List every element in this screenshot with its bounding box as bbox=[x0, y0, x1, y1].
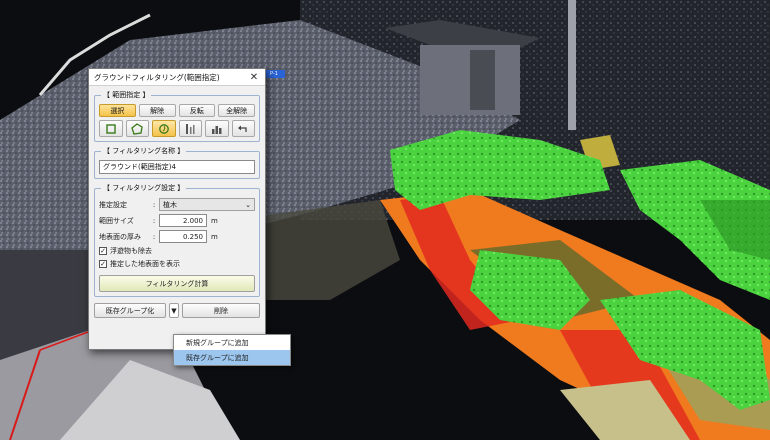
existing-group-button[interactable]: 既存グループ化 bbox=[94, 303, 166, 318]
vertical-section-icon[interactable] bbox=[178, 120, 202, 137]
dialog-title: グラウンドフィルタリング(範囲指定) bbox=[94, 72, 220, 82]
undo-icon[interactable] bbox=[231, 120, 255, 137]
checkmark-icon: ✓ bbox=[99, 246, 107, 255]
lasso-select-icon[interactable] bbox=[152, 120, 176, 137]
estimate-label: 推定設定 bbox=[99, 200, 127, 209]
ground-filtering-dialog: グラウンドフィルタリング(範囲指定) ✕ 【 範囲指定 】 選択 解除 反転 全… bbox=[88, 68, 266, 350]
remove-floating-checkbox[interactable]: ✓ 浮遊物も除去 bbox=[99, 245, 255, 257]
estimate-select[interactable]: 植木 ⌄ bbox=[159, 198, 255, 211]
polygon-select-icon[interactable] bbox=[125, 120, 149, 137]
clear-all-button[interactable]: 全解除 bbox=[218, 104, 255, 117]
remove-floating-label: 浮遊物も除去 bbox=[110, 247, 152, 255]
range-size-colon: : bbox=[152, 216, 156, 225]
dialog-titlebar[interactable]: グラウンドフィルタリング(範囲指定) ✕ bbox=[89, 69, 265, 86]
show-surface-label: 推定した地表面を表示 bbox=[110, 260, 180, 268]
range-size-input[interactable]: 2.000 bbox=[159, 214, 207, 227]
filtering-name-group: 【 フィルタリング名称 】 グラウンド(範囲指定)4 bbox=[94, 146, 260, 179]
surface-thickness-unit: m bbox=[211, 232, 218, 241]
checkmark-icon: ✓ bbox=[99, 259, 107, 268]
filtering-name-legend: 【 フィルタリング名称 】 bbox=[103, 147, 185, 155]
range-size-label: 範囲サイズ bbox=[99, 216, 134, 225]
range-group: 【 範囲指定 】 選択 解除 反転 全解除 bbox=[94, 90, 260, 142]
estimate-colon: : bbox=[152, 200, 156, 209]
range-group-legend: 【 範囲指定 】 bbox=[103, 91, 150, 99]
compute-filtering-button[interactable]: フィルタリング計算 bbox=[99, 275, 255, 292]
select-button[interactable]: 選択 bbox=[99, 104, 136, 117]
close-icon[interactable]: ✕ bbox=[248, 72, 260, 83]
add-to-existing-group-item[interactable]: 既存グループに追加 bbox=[174, 350, 290, 365]
show-surface-checkbox[interactable]: ✓ 推定した地表面を表示 bbox=[99, 258, 255, 270]
surface-thickness-colon: : bbox=[152, 232, 156, 241]
dropdown-arrow-button[interactable]: ▼ bbox=[169, 303, 179, 318]
rectangle-select-icon[interactable] bbox=[99, 120, 123, 137]
range-size-unit: m bbox=[211, 216, 218, 225]
invert-button[interactable]: 反転 bbox=[178, 104, 216, 117]
filtering-settings-legend: 【 フィルタリング設定 】 bbox=[103, 184, 185, 192]
surface-thickness-input[interactable]: 0.250 bbox=[159, 230, 207, 243]
group-dropdown-menu: 新規グループに追加 既存グループに追加 bbox=[173, 334, 291, 366]
filtering-name-input[interactable]: グラウンド(範囲指定)4 bbox=[99, 160, 255, 174]
filtering-settings-group: 【 フィルタリング設定 】 推定設定 : 植木 ⌄ 範囲サイズ : 2.000 … bbox=[94, 183, 260, 297]
delete-button[interactable]: 削除 bbox=[182, 303, 260, 318]
deselect-button[interactable]: 解除 bbox=[138, 104, 176, 117]
surface-thickness-label: 地表面の厚み bbox=[99, 232, 141, 241]
scene-label-tag: P-1 bbox=[263, 70, 285, 78]
height-select-icon[interactable] bbox=[205, 120, 229, 137]
dialog-footer: 既存グループ化 ▼ 削除 bbox=[94, 303, 260, 318]
chevron-down-icon: ⌄ bbox=[245, 200, 251, 209]
estimate-select-value: 植木 bbox=[163, 200, 177, 209]
add-to-new-group-item[interactable]: 新規グループに追加 bbox=[174, 335, 290, 350]
